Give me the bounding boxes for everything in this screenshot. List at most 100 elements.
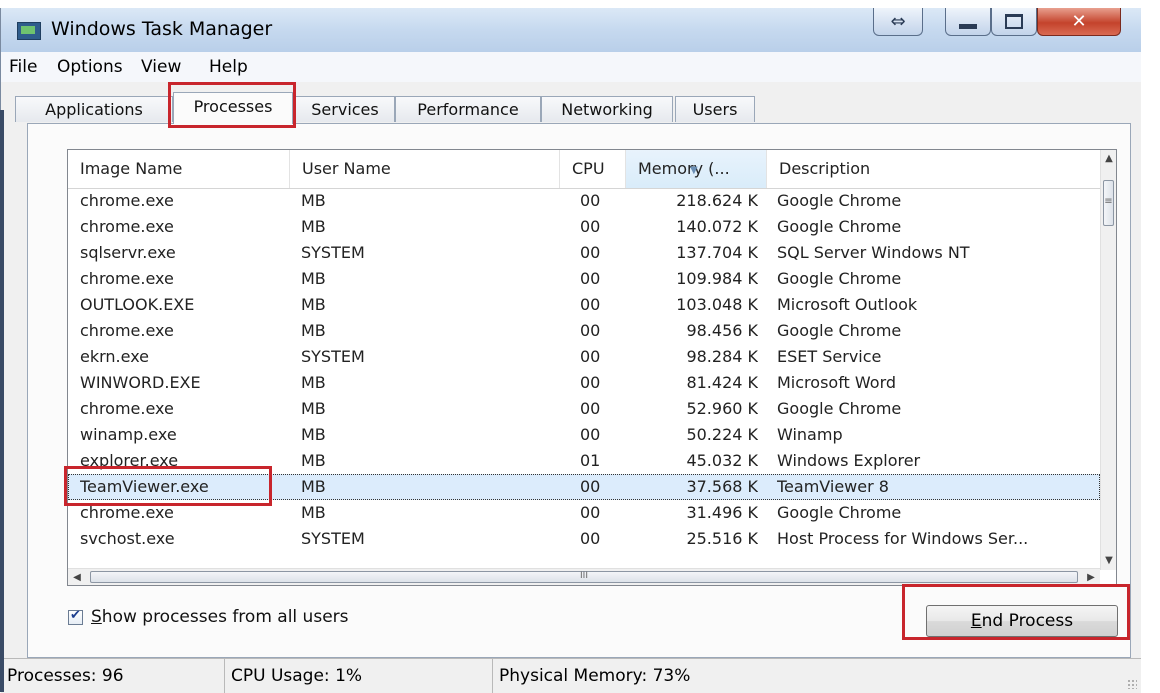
process-description: SQL Server Windows NT: [777, 243, 970, 262]
task-manager-icon: [17, 22, 41, 40]
process-description: Google Chrome: [777, 321, 902, 340]
show-all-users-text: how processes from all users: [101, 607, 349, 627]
process-cpu: 00: [580, 321, 601, 340]
process-user-name: MB: [301, 451, 326, 470]
process-image-name: sqlservr.exe: [80, 243, 176, 262]
process-description: Winamp: [777, 425, 843, 444]
process-image-name: TeamViewer.exe: [80, 477, 209, 496]
vertical-scrollbar[interactable]: ▲ ≡ ▼: [1100, 150, 1116, 570]
maximize-button[interactable]: [991, 8, 1037, 36]
process-user-name: MB: [301, 399, 326, 418]
window-title: Windows Task Manager: [51, 18, 273, 40]
tab-processes[interactable]: Processes: [173, 92, 293, 124]
process-description: Google Chrome: [777, 191, 902, 210]
process-cpu: 00: [580, 503, 601, 522]
tab-users[interactable]: Users: [675, 96, 755, 122]
table-row-selected[interactable]: TeamViewer.exe MB 00 37.568 K TeamViewer 8: [68, 474, 1100, 500]
menu-options[interactable]: Options: [57, 57, 123, 77]
scroll-right-icon[interactable]: ▶: [1082, 569, 1100, 585]
show-all-users-checkbox[interactable]: [68, 608, 83, 625]
table-row[interactable]: winamp.exe MB 00 50.224 K Winamp: [68, 422, 1100, 448]
process-image-name: svchost.exe: [80, 529, 175, 548]
process-memory: 31.496 K: [686, 503, 758, 522]
list-header: Image Name User Name CPU ▼ Memory (... D…: [68, 150, 1100, 189]
maximize-icon: [1005, 14, 1023, 29]
process-description: Microsoft Word: [777, 373, 897, 392]
process-image-name: winamp.exe: [80, 425, 177, 444]
table-row[interactable]: WINWORD.EXE MB 00 81.424 K Microsoft Word: [68, 370, 1100, 396]
process-memory: 103.048 K: [676, 295, 758, 314]
sort-descending-icon: ▼: [690, 165, 698, 176]
resize-icon[interactable]: ⇔: [873, 8, 923, 36]
status-physical-memory: Physical Memory: 73%: [499, 666, 691, 686]
column-user-name[interactable]: User Name: [290, 150, 560, 188]
process-image-name: chrome.exe: [80, 269, 174, 288]
process-rows: chrome.exe MB 00 218.624 K Google Chrome chro…: [68, 188, 1100, 552]
process-user-name: SYSTEM: [301, 529, 365, 548]
process-cpu: 00: [580, 243, 601, 262]
window-left-edge: [0, 110, 4, 692]
process-cpu: 00: [580, 191, 601, 210]
table-row[interactable]: OUTLOOK.EXE MB 00 103.048 K Microsoft Outloo…: [68, 292, 1100, 318]
table-row[interactable]: chrome.exe MB 00 218.624 K Google Chrome: [68, 188, 1100, 214]
process-memory: 109.984 K: [676, 269, 758, 288]
status-bar: Processes: 96 CPU Usage: 1% Physical Mem…: [1, 658, 1141, 693]
process-description: TeamViewer 8: [777, 477, 889, 496]
column-description[interactable]: Description: [767, 150, 1100, 188]
table-row[interactable]: chrome.exe MB 00 52.960 K Google Chrome: [68, 396, 1100, 422]
status-processes: Processes: 96: [1, 659, 225, 693]
title-bar[interactable]: Windows Task Manager ⇔ ✕: [1, 8, 1141, 52]
end-process-text: nd Process: [981, 611, 1074, 631]
table-row[interactable]: chrome.exe MB 00 109.984 K Google Chrome: [68, 266, 1100, 292]
horizontal-scroll-thumb[interactable]: III: [90, 571, 1078, 583]
process-list[interactable]: Image Name User Name CPU ▼ Memory (... D…: [67, 149, 1117, 586]
table-row[interactable]: sqlservr.exe SYSTEM 00 137.704 K SQL Server …: [68, 240, 1100, 266]
process-description: ESET Service: [777, 347, 882, 366]
tab-applications[interactable]: Applications: [15, 96, 173, 122]
horizontal-scrollbar[interactable]: ◀ III ▶: [68, 568, 1100, 585]
close-button[interactable]: ✕: [1037, 8, 1121, 36]
show-all-users-label: Show processes from all users: [91, 607, 349, 627]
process-description: Google Chrome: [777, 399, 902, 418]
menu-file[interactable]: File: [9, 57, 37, 77]
process-user-name: MB: [301, 503, 326, 522]
tab-services[interactable]: Services: [295, 96, 395, 122]
process-image-name: chrome.exe: [80, 399, 174, 418]
resize-grip-icon[interactable]: [1127, 679, 1137, 689]
menu-view[interactable]: View: [141, 57, 181, 77]
process-cpu: 00: [580, 373, 601, 392]
menu-help[interactable]: Help: [209, 57, 248, 77]
tab-networking[interactable]: Networking: [541, 96, 673, 122]
process-memory: 81.424 K: [686, 373, 758, 392]
column-memory[interactable]: ▼ Memory (...: [626, 150, 767, 188]
process-user-name: MB: [301, 217, 326, 236]
process-image-name: chrome.exe: [80, 503, 174, 522]
tab-performance[interactable]: Performance: [395, 96, 541, 122]
vertical-scroll-thumb[interactable]: ≡: [1103, 180, 1114, 226]
process-image-name: OUTLOOK.EXE: [80, 295, 195, 314]
process-memory: 137.704 K: [676, 243, 758, 262]
column-image-name[interactable]: Image Name: [68, 150, 290, 188]
end-process-button[interactable]: End Process: [926, 605, 1118, 637]
table-row[interactable]: chrome.exe MB 00 140.072 K Google Chrome: [68, 214, 1100, 240]
table-row[interactable]: ekrn.exe SYSTEM 00 98.284 K ESET Service: [68, 344, 1100, 370]
column-cpu[interactable]: CPU: [560, 150, 626, 188]
process-cpu: 00: [580, 269, 601, 288]
minimize-button[interactable]: [945, 8, 991, 36]
table-row[interactable]: explorer.exe MB 01 45.032 K Windows Explorer: [68, 448, 1100, 474]
table-row[interactable]: svchost.exe SYSTEM 00 25.516 K Host Process …: [68, 526, 1100, 552]
scroll-down-icon[interactable]: ▼: [1101, 552, 1116, 570]
table-row[interactable]: chrome.exe MB 00 31.496 K Google Chrome: [68, 500, 1100, 526]
process-cpu: 00: [580, 399, 601, 418]
show-all-users-option[interactable]: Show processes from all users: [68, 606, 349, 628]
scroll-left-icon[interactable]: ◀: [68, 569, 86, 585]
process-user-name: MB: [301, 477, 326, 496]
scroll-up-icon[interactable]: ▲: [1101, 150, 1116, 168]
process-cpu: 00: [580, 217, 601, 236]
column-memory-label: Memory (...: [638, 159, 730, 178]
process-memory: 25.516 K: [686, 529, 758, 548]
show-all-users-accel: S: [91, 607, 102, 627]
process-memory: 218.624 K: [676, 191, 758, 210]
table-row[interactable]: chrome.exe MB 00 98.456 K Google Chrome: [68, 318, 1100, 344]
process-image-name: WINWORD.EXE: [80, 373, 201, 392]
